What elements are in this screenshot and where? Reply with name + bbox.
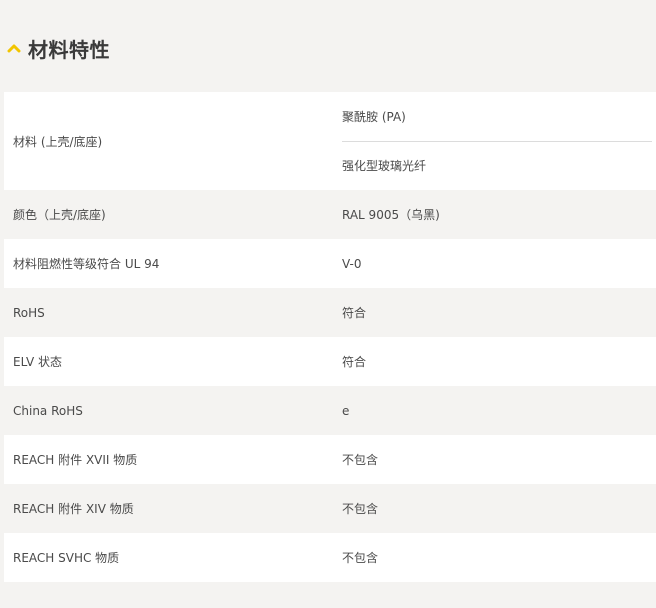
table-row: RoHS 符合 xyxy=(4,288,656,337)
row-label: REACH SVHC 物质 xyxy=(13,551,120,565)
table-row: REACH 附件 XIV 物质 不包含 xyxy=(4,484,656,533)
row-value: 不包含 xyxy=(342,502,379,516)
row-value: 不包含 xyxy=(342,453,379,467)
table-row: REACH 附件 XVII 物质 不包含 xyxy=(4,435,656,484)
row-label: China RoHS xyxy=(13,403,83,418)
row-label: 材料阻燃性等级符合 UL 94 xyxy=(13,257,160,271)
table-row: 颜色（上壳/底座) RAL 9005（乌黑) xyxy=(4,190,656,239)
row-value: 聚酰胺 (PA) xyxy=(342,109,406,124)
row-label: RoHS xyxy=(13,305,45,320)
row-label: 颜色（上壳/底座) xyxy=(13,208,106,222)
properties-table: 材料 (上壳/底座) 聚酰胺 (PA) 强化型玻璃光纤 颜色（上壳/底座) RA… xyxy=(4,92,656,582)
table-row: China RoHS e xyxy=(4,386,656,435)
row-value: V-0 xyxy=(342,256,362,271)
table-row: ELV 状态 符合 xyxy=(4,337,656,386)
table-row: 材料 (上壳/底座) 聚酰胺 (PA) 强化型玻璃光纤 xyxy=(4,92,656,190)
chevron-up-icon[interactable] xyxy=(0,28,28,68)
row-value: 符合 xyxy=(342,355,367,369)
row-value: e xyxy=(342,403,350,418)
row-label: REACH 附件 XIV 物质 xyxy=(13,502,134,516)
table-row: REACH SVHC 物质 不包含 xyxy=(4,533,656,582)
section-title: 材料特性 xyxy=(28,37,110,62)
row-value-list: 聚酰胺 (PA) 强化型玻璃光纤 xyxy=(332,92,656,190)
row-value: 强化型玻璃光纤 xyxy=(342,140,652,191)
row-label: REACH 附件 XVII 物质 xyxy=(13,453,138,467)
section-toggle[interactable]: 材料特性 xyxy=(0,28,110,68)
row-value: 符合 xyxy=(342,306,367,320)
row-label: ELV 状态 xyxy=(13,355,62,369)
row-label: 材料 (上壳/底座) xyxy=(13,134,103,149)
row-value: 不包含 xyxy=(342,551,379,565)
row-value: RAL 9005（乌黑) xyxy=(342,208,440,222)
table-row: 材料阻燃性等级符合 UL 94 V-0 xyxy=(4,239,656,288)
